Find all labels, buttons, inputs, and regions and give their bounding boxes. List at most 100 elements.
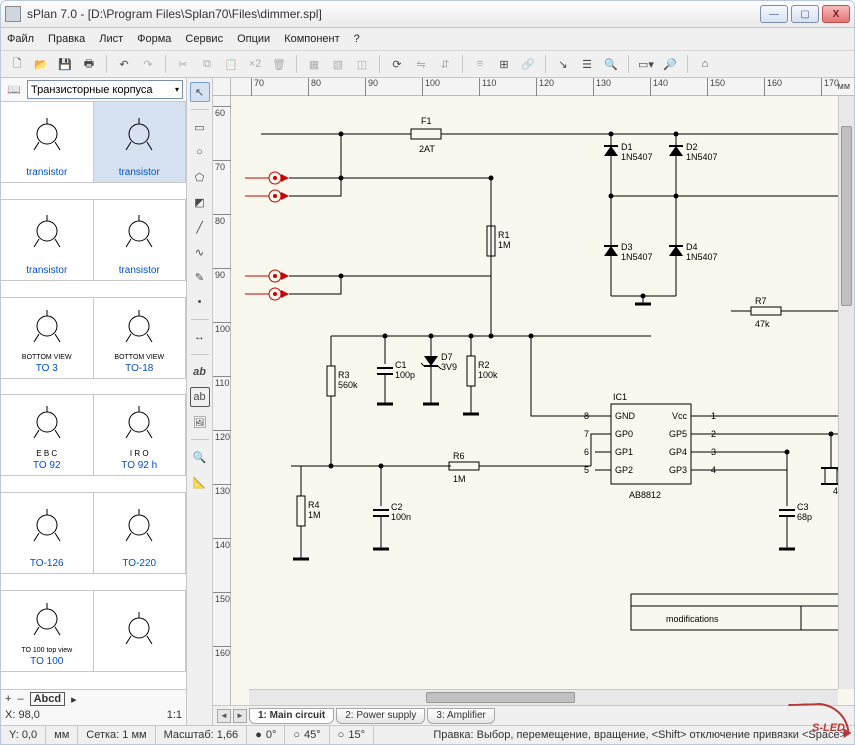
library-item[interactable] <box>93 590 187 672</box>
text-tool-icon[interactable]: ab <box>190 362 210 382</box>
cut-icon[interactable]: ✂ <box>173 54 193 74</box>
svg-text:D2: D2 <box>686 142 698 152</box>
svg-text:AB8812: AB8812 <box>629 490 661 500</box>
menu-file[interactable]: Файл <box>7 33 34 45</box>
svg-text:IC1: IC1 <box>613 392 627 402</box>
lib-add-button[interactable]: + <box>5 693 11 705</box>
tab-prev-button[interactable]: ◄ <box>217 709 231 723</box>
menu-component[interactable]: Компонент <box>284 33 339 45</box>
menu-edit[interactable]: Правка <box>48 33 85 45</box>
duplicate-icon[interactable]: ×2 <box>245 54 265 74</box>
tab-next-button[interactable]: ► <box>233 709 247 723</box>
status-scale: Масштаб: 1,66 <box>156 726 248 744</box>
mirror-h-icon[interactable]: ⇋ <box>411 54 431 74</box>
line-tool-icon[interactable]: ╱ <box>190 217 210 237</box>
send-back-icon[interactable]: ▧ <box>328 54 348 74</box>
library-category-dropdown[interactable]: Транзисторные корпуса <box>27 80 183 99</box>
svg-text:R4: R4 <box>308 500 320 510</box>
svg-text:GP4: GP4 <box>669 447 687 457</box>
status-angle-45[interactable]: ○ 45° <box>285 726 329 744</box>
tab-amplifier[interactable]: 3: Amplifier <box>427 708 494 724</box>
scrollbar-vertical[interactable] <box>838 96 854 689</box>
status-angle-15[interactable]: ○ 15° <box>330 726 374 744</box>
menu-sheet[interactable]: Лист <box>99 33 123 45</box>
bring-front-icon[interactable]: ▦ <box>304 54 324 74</box>
group-icon[interactable]: ◫ <box>352 54 372 74</box>
select-tool-icon[interactable]: ↖ <box>190 82 210 102</box>
freehand-tool-icon[interactable]: ✎ <box>190 267 210 287</box>
svg-text:GP5: GP5 <box>669 429 687 439</box>
node-tool-icon[interactable]: • <box>190 292 210 312</box>
svg-text:D4: D4 <box>686 242 698 252</box>
redo-icon[interactable]: ↷ <box>138 54 158 74</box>
library-item[interactable]: transistor <box>1 102 94 183</box>
rotate-icon[interactable]: ⟳ <box>387 54 407 74</box>
menu-service[interactable]: Сервис <box>185 33 223 45</box>
maximize-button[interactable]: ▢ <box>791 5 819 23</box>
svg-text:100k: 100k <box>478 370 498 380</box>
save-icon[interactable]: 💾 <box>55 54 75 74</box>
canvas[interactable]: F12ATD11N5407D21N5407D31N5407D41N5407R11… <box>231 96 854 705</box>
svg-text:1M: 1M <box>308 510 321 520</box>
close-button[interactable]: X <box>822 5 850 23</box>
minimize-button[interactable]: — <box>760 5 788 23</box>
library-item[interactable]: TO 100 top viewTO 100 <box>1 590 94 672</box>
goto-icon[interactable]: ↘︎ <box>553 54 573 74</box>
measure-tool-icon[interactable]: 📐 <box>190 472 210 492</box>
textbox-tool-icon[interactable]: ab <box>190 387 210 407</box>
circle-tool-icon[interactable]: ○ <box>190 142 210 162</box>
mirror-v-icon[interactable]: ⇵ <box>435 54 455 74</box>
svg-text:68p: 68p <box>797 512 812 522</box>
delete-icon[interactable]: 🗑 <box>269 54 289 74</box>
library-item[interactable]: transistor <box>93 102 187 183</box>
component-library-panel: 📖 Транзисторные корпуса transistortransi… <box>1 78 187 725</box>
library-item[interactable]: TO-126 <box>1 492 94 574</box>
snap-icon[interactable]: ⊞ <box>494 54 514 74</box>
library-item[interactable]: BOTTOM VIEWTO 3 <box>1 297 94 379</box>
library-item[interactable]: TO-220 <box>93 492 187 574</box>
image-tool-icon[interactable]: 🖼 <box>190 412 210 432</box>
tab-power-supply[interactable]: 2: Power supply <box>336 708 425 724</box>
status-bar: Y: 0,0 мм Сетка: 1 мм Масштаб: 1,66 ● 0°… <box>0 725 855 745</box>
open-icon[interactable]: 📂 <box>31 54 51 74</box>
library-item[interactable]: E B CTO 92 <box>1 394 94 476</box>
print-icon[interactable]: 🖶 <box>79 54 99 74</box>
ruler-horizontal: мм 708090100110120130140150160170 <box>231 78 854 96</box>
status-angle-0[interactable]: ● 0° <box>247 726 285 744</box>
library-item[interactable]: transistor <box>1 199 94 281</box>
lib-more-button[interactable]: ▸ <box>71 693 77 706</box>
paste-icon[interactable]: 📋 <box>221 54 241 74</box>
status-hint: Правка: Выбор, перемещение, вращение, <S… <box>425 726 854 744</box>
menu-help[interactable]: ? <box>354 33 360 45</box>
align-icon[interactable]: ≡ <box>470 54 490 74</box>
library-item[interactable]: transistor <box>93 199 187 281</box>
new-icon[interactable]: 🗋 <box>7 54 27 74</box>
library-item[interactable]: BOTTOM VIEWTO-18 <box>93 297 187 379</box>
title-bar: sPlan 7.0 - [D:\Program Files\Splan70\Fi… <box>0 0 855 28</box>
home-icon[interactable]: ⌂ <box>695 54 715 74</box>
svg-text:D3: D3 <box>621 242 633 252</box>
polygon-tool-icon[interactable]: ⬠ <box>190 167 210 187</box>
zoom-icon[interactable]: 🔎 <box>660 54 680 74</box>
lib-rename-button[interactable]: Abcd <box>30 692 66 706</box>
svg-text:5: 5 <box>584 465 589 475</box>
rect-tool-icon[interactable]: ▭ <box>190 117 210 137</box>
menu-options[interactable]: Опции <box>237 33 270 45</box>
list-icon[interactable]: ☰ <box>577 54 597 74</box>
lib-remove-button[interactable]: – <box>17 693 23 705</box>
menu-form[interactable]: Форма <box>137 33 171 45</box>
scrollbar-horizontal[interactable] <box>249 689 838 705</box>
link-icon[interactable]: 🔗 <box>518 54 538 74</box>
dimension-tool-icon[interactable]: ↔ <box>190 327 210 347</box>
copy-icon[interactable]: ⧉ <box>197 54 217 74</box>
library-item[interactable]: I R OTO 92 h <box>93 394 187 476</box>
undo-icon[interactable]: ↶ <box>114 54 134 74</box>
find-icon[interactable]: 🔍 <box>601 54 621 74</box>
zoom-tool-icon[interactable]: 🔍 <box>190 447 210 467</box>
library-book-icon[interactable]: 📖 <box>4 80 24 100</box>
svg-text:R6: R6 <box>453 451 465 461</box>
page-icon[interactable]: ▭▾ <box>636 54 656 74</box>
bezier-tool-icon[interactable]: ∿ <box>190 242 210 262</box>
shape-tool-icon[interactable]: ◩ <box>190 192 210 212</box>
tab-main-circuit[interactable]: 1: Main circuit <box>249 708 334 724</box>
